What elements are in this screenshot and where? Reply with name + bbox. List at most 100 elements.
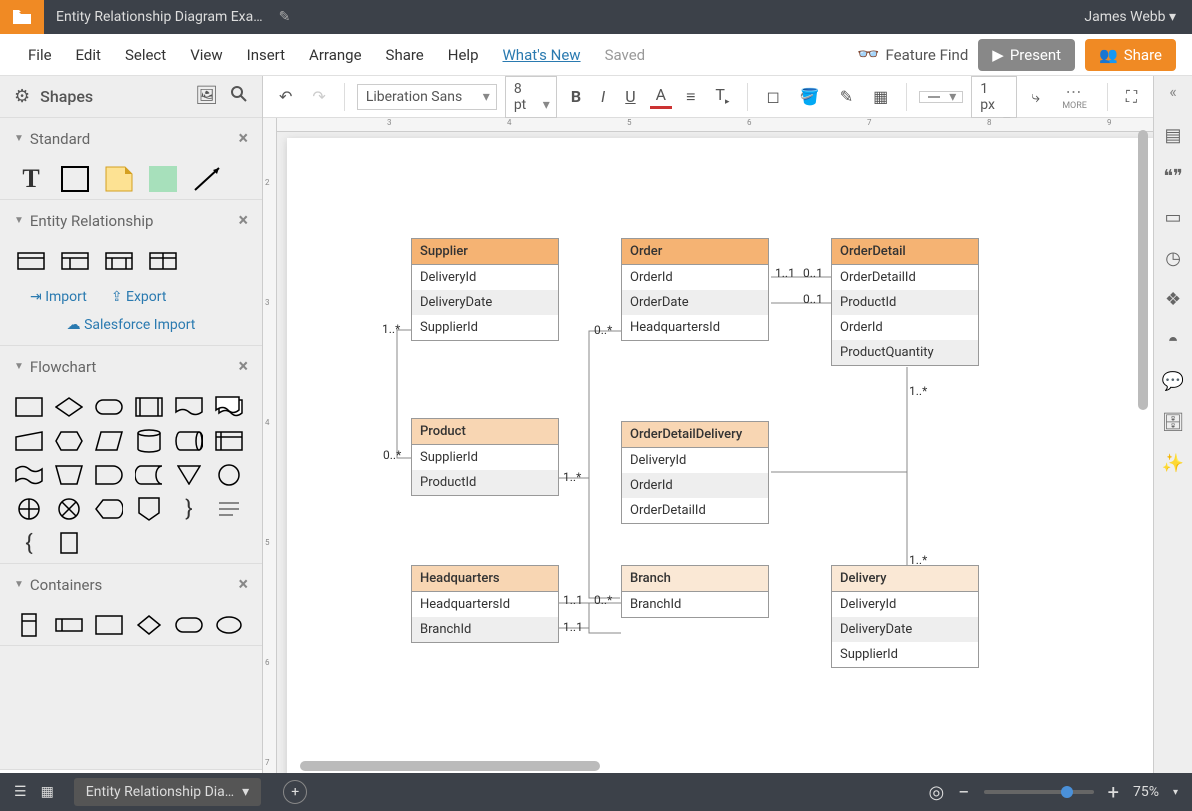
collapse-icon[interactable]: « — [1169, 82, 1177, 101]
close-icon[interactable]: × — [238, 210, 248, 231]
menu-whats-new[interactable]: What's New — [491, 46, 593, 64]
rail-item-8[interactable]: 🗄 — [1162, 412, 1185, 433]
rail-item-6[interactable]: ◓ — [1168, 330, 1179, 351]
close-icon[interactable]: × — [238, 128, 248, 149]
section-entity-header[interactable]: ▼Entity Relationship× — [0, 200, 262, 241]
horizontal-scrollbar[interactable] — [300, 761, 600, 771]
shape-text[interactable]: T — [16, 165, 46, 193]
shape-internal-storage[interactable] — [214, 427, 244, 455]
border-color-button[interactable]: ✎ — [834, 83, 859, 110]
entity-product[interactable]: Product SupplierId ProductId — [411, 418, 559, 496]
underline-button[interactable]: U — [619, 83, 641, 110]
image-icon[interactable]: 🖼 — [195, 85, 218, 108]
document-title[interactable]: Entity Relationship Diagram Exa… — [44, 9, 275, 25]
entity-delivery[interactable]: Delivery DeliveryId DeliveryDate Supplie… — [831, 565, 979, 668]
menu-insert[interactable]: Insert — [235, 46, 297, 64]
line-route-button[interactable]: ⤷ — [1025, 83, 1046, 111]
list-view-icon[interactable]: ☰ — [14, 784, 27, 800]
fullscreen-button[interactable]: ⛶ — [1120, 83, 1143, 111]
shape-cont-5[interactable] — [174, 611, 204, 639]
text-color-button[interactable]: A — [650, 84, 672, 109]
close-icon[interactable]: × — [238, 356, 248, 377]
add-page-button[interactable]: + — [283, 780, 307, 804]
grid-view-icon[interactable]: ▦ — [41, 784, 54, 800]
align-button[interactable]: ≡ — [680, 83, 701, 111]
er-salesforce-link[interactable]: ☁ Salesforce Import — [67, 317, 196, 333]
er-export-link[interactable]: ⇪ Export — [111, 289, 167, 305]
shape-note[interactable] — [104, 165, 134, 193]
rail-item-1[interactable]: ▤ — [1165, 125, 1182, 146]
rail-item-9[interactable]: ✨ — [1162, 453, 1184, 474]
shape-paper-tape[interactable] — [14, 461, 44, 489]
section-containers-header[interactable]: ▼Containers× — [0, 564, 262, 605]
menu-share[interactable]: Share — [374, 46, 436, 64]
shape-line[interactable] — [192, 165, 222, 193]
section-flowchart-header[interactable]: ▼Flowchart× — [0, 346, 262, 387]
user-menu[interactable]: James Webb ▾ — [1068, 9, 1192, 25]
search-icon[interactable] — [230, 85, 248, 108]
canvas[interactable]: 3456789 234567 1. — [263, 118, 1153, 811]
shape-offpage[interactable] — [134, 495, 164, 523]
redo-button[interactable]: ↷ — [306, 83, 331, 110]
shape-note-icon[interactable] — [214, 495, 244, 523]
bold-button[interactable]: B — [565, 83, 587, 110]
shape-cont-4[interactable] — [134, 611, 164, 639]
entity-headquarters[interactable]: Headquarters HeadquartersId BranchId — [411, 565, 559, 643]
shape-manual-input[interactable] — [14, 427, 44, 455]
entity-order[interactable]: Order OrderId OrderDate HeadquartersId — [621, 238, 769, 341]
pencil-icon[interactable]: ✎ — [279, 9, 291, 25]
entity-supplier[interactable]: Supplier DeliveryId DeliveryDate Supplie… — [411, 238, 559, 341]
shape-erd-4[interactable] — [148, 247, 178, 275]
menu-file[interactable]: File — [16, 46, 64, 64]
rail-item-4[interactable]: ◷ — [1165, 248, 1181, 269]
entity-orderdetail[interactable]: OrderDetail OrderDetailId ProductId Orde… — [831, 238, 979, 366]
zoom-level[interactable]: 75% — [1133, 784, 1159, 800]
shape-cont-2[interactable] — [54, 611, 84, 639]
text-options-button[interactable]: T▸ — [709, 81, 735, 111]
shape-erd-1[interactable] — [16, 247, 46, 275]
more-options[interactable]: ⋯MORE — [1054, 82, 1095, 111]
shape-hotspot[interactable] — [148, 165, 178, 193]
shape-erd-3[interactable] — [104, 247, 134, 275]
menu-help[interactable]: Help — [436, 46, 491, 64]
shape-card[interactable] — [54, 529, 84, 557]
shape-or[interactable] — [14, 495, 44, 523]
shape-options-button[interactable]: ▦ — [867, 83, 894, 110]
line-width-select[interactable]: 1 px — [971, 76, 1017, 118]
undo-button[interactable]: ↶ — [273, 83, 298, 110]
share-button[interactable]: 👥Share — [1085, 39, 1176, 71]
shape-predefined[interactable] — [134, 393, 164, 421]
shape-database[interactable] — [134, 427, 164, 455]
zoom-out-button[interactable]: − — [958, 780, 969, 804]
vertical-scrollbar[interactable] — [1138, 130, 1148, 410]
shape-brace-right[interactable]: } — [174, 495, 204, 523]
menu-view[interactable]: View — [178, 46, 234, 64]
er-import-link[interactable]: ⇥ Import — [30, 289, 87, 305]
menu-select[interactable]: Select — [113, 46, 178, 64]
fontsize-select[interactable]: 8 pt — [505, 76, 557, 118]
line-style-select[interactable] — [919, 91, 963, 103]
entity-orderdetaildelivery[interactable]: OrderDetailDelivery DeliveryId OrderId O… — [621, 421, 769, 524]
shape-erd-2[interactable] — [60, 247, 90, 275]
close-icon[interactable]: × — [238, 574, 248, 595]
shape-multidoc[interactable] — [214, 393, 244, 421]
shape-data[interactable] — [94, 427, 124, 455]
gear-icon[interactable]: ⚙ — [14, 86, 30, 107]
shape-merge[interactable] — [174, 461, 204, 489]
shape-process[interactable] — [14, 393, 44, 421]
rail-item-2[interactable]: ❝❞ — [1163, 166, 1182, 187]
shape-stored-data[interactable] — [134, 461, 164, 489]
diagram-page[interactable]: 1..* 0..* 0..* 1..* 1..1 0..1 0..1 1..* … — [287, 138, 1153, 778]
shape-cont-3[interactable] — [94, 611, 124, 639]
shape-brace-left[interactable]: { — [14, 529, 44, 557]
menu-edit[interactable]: Edit — [64, 46, 113, 64]
italic-button[interactable]: I — [595, 83, 611, 110]
present-button[interactable]: ▶Present — [978, 39, 1075, 71]
rail-item-7[interactable]: 💬 — [1162, 371, 1184, 392]
shape-block[interactable] — [60, 165, 90, 193]
shape-terminator[interactable] — [94, 393, 124, 421]
shape-decision[interactable] — [54, 393, 84, 421]
shape-cont-1[interactable] — [14, 611, 44, 639]
menu-arrange[interactable]: Arrange — [297, 46, 373, 64]
zoom-in-button[interactable]: + — [1108, 780, 1119, 804]
